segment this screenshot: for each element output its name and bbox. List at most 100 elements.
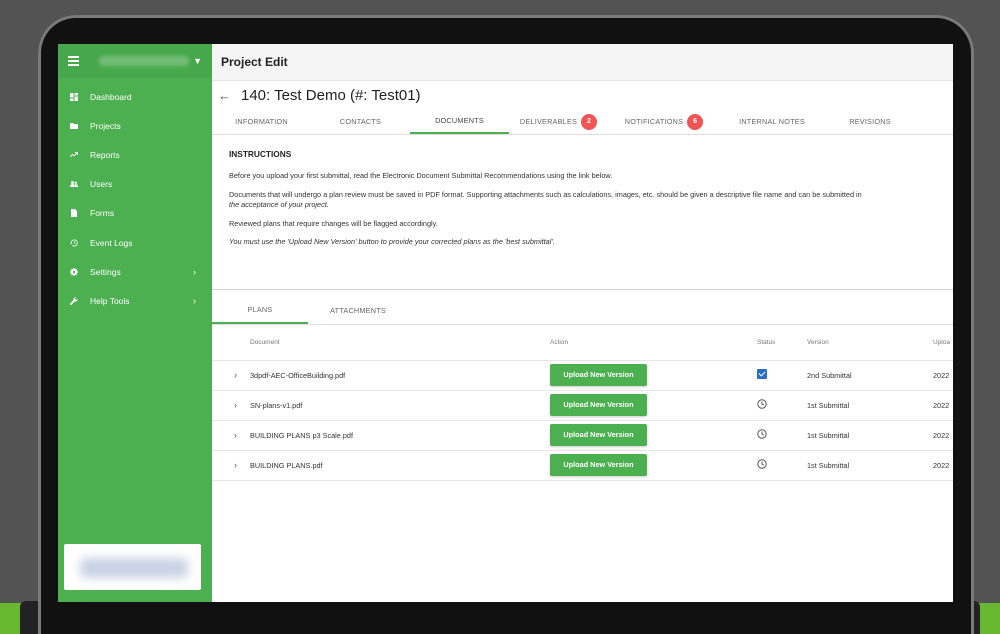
column-header-status[interactable]: Status	[757, 325, 807, 361]
back-arrow-icon[interactable]: ←	[218, 88, 231, 103]
instructions-text: Before you upload your first submittal, …	[229, 171, 613, 180]
document-name: BUILDING PLANS p3 Scale.pdf	[250, 420, 550, 451]
tab-deliverables[interactable]: DELIVERABLES 2	[509, 109, 608, 134]
upload-date: 2022	[933, 390, 953, 421]
tab-contacts[interactable]: CONTACTS	[311, 109, 410, 134]
column-header-version[interactable]: Version	[807, 325, 933, 361]
sidebar-item-help-tools[interactable]: Help Tools ›	[58, 286, 212, 315]
instructions-heading: INSTRUCTIONS	[229, 149, 292, 159]
tab-attachments[interactable]: ATTACHMENTS	[308, 297, 408, 324]
wrench-icon	[70, 297, 78, 305]
instructions-text: Reviewed plans that require changes will…	[229, 218, 438, 228]
dashboard-icon	[70, 92, 78, 101]
tab-revisions[interactable]: REVISIONS	[824, 109, 916, 134]
tab-label: REVISIONS	[849, 117, 891, 126]
folder-icon	[70, 122, 78, 130]
sidebar: ▼ Dashboard Projects Reports Users Forms	[58, 44, 212, 602]
clock-status-icon	[757, 459, 767, 469]
version-label: 2nd Submittal	[807, 360, 933, 391]
sidebar-item-label: Help Tools	[90, 295, 130, 306]
blurred-org-name	[99, 56, 189, 66]
notifications-badge: 6	[687, 113, 704, 130]
sidebar-item-label: Settings	[90, 266, 121, 277]
expand-row-icon[interactable]: ›	[212, 390, 250, 421]
sidebar-item-dashboard[interactable]: Dashboard	[58, 82, 212, 111]
tab-documents[interactable]: DOCUMENTS	[410, 109, 509, 134]
table-header-row: Document Action Status Version Uploa	[212, 325, 953, 361]
deliverables-badge: 2	[581, 113, 598, 130]
chevron-right-icon: ›	[193, 295, 196, 306]
instructions-text: the acceptance of your project.	[229, 200, 329, 210]
tab-notifications[interactable]: NOTIFICATIONS 6	[608, 109, 720, 134]
table-row: › SN-plans-v1.pdf Upload New Version 1st…	[212, 390, 953, 421]
menu-icon[interactable]	[68, 56, 79, 66]
sidebar-item-label: Forms	[90, 208, 115, 219]
chevron-right-icon: ›	[193, 266, 196, 277]
sidebar-nav: Dashboard Projects Reports Users Forms E…	[58, 82, 212, 316]
upload-new-version-button[interactable]: Upload New Version	[550, 364, 647, 386]
instructions-text: Documents that will undergo a plan revie…	[229, 189, 862, 199]
sidebar-item-label: Projects	[90, 120, 121, 131]
tab-label: DELIVERABLES	[519, 117, 578, 126]
upload-new-version-button[interactable]: Upload New Version	[550, 454, 647, 476]
main-content: Project Edit ← 140: Test Demo (#: Test01…	[212, 44, 953, 602]
table-row: › BUILDING PLANS p3 Scale.pdf Upload New…	[212, 420, 953, 451]
column-header-action: Action	[550, 325, 757, 361]
sidebar-item-label: Event Logs	[90, 237, 133, 248]
clock-status-icon	[757, 429, 767, 439]
clock-status-icon	[757, 399, 767, 409]
column-header-document[interactable]: Document	[250, 325, 550, 361]
document-name: SN-plans-v1.pdf	[250, 390, 550, 421]
instructions-text: You must use the 'Upload New Version' bu…	[229, 237, 555, 247]
upload-date: 2022	[933, 450, 953, 481]
column-header-upload[interactable]: Uploa	[933, 325, 953, 361]
version-label: 1st Submittal	[807, 420, 933, 451]
chevron-down-icon[interactable]: ▼	[193, 56, 202, 66]
instructions-panel: INSTRUCTIONS Before you upload your firs…	[212, 135, 953, 290]
version-label: 1st Submittal	[807, 450, 933, 481]
sidebar-item-event-logs[interactable]: Event Logs	[58, 228, 212, 257]
project-title-row: ← 140: Test Demo (#: Test01)	[212, 81, 953, 109]
history-icon	[70, 239, 78, 247]
gear-icon	[70, 267, 78, 276]
checked-status-icon	[757, 369, 767, 379]
top-bar: Project Edit	[212, 44, 953, 81]
document-subtabs: PLANS ATTACHMENTS	[212, 297, 953, 325]
blurred-user-info	[80, 558, 188, 578]
project-tabs: INFORMATION CONTACTS DOCUMENTS DELIVERAB…	[212, 109, 953, 135]
tab-information[interactable]: INFORMATION	[212, 109, 311, 134]
sidebar-item-label: Dashboard	[90, 91, 132, 102]
upload-date: 2022	[933, 360, 953, 391]
user-card[interactable]	[64, 544, 201, 590]
tab-label: PLANS	[247, 305, 273, 314]
app-window: ▼ Dashboard Projects Reports Users Forms	[58, 44, 953, 602]
expand-row-icon[interactable]: ›	[212, 420, 250, 451]
sidebar-header: ▼	[58, 44, 212, 78]
tab-label: CONTACTS	[339, 117, 382, 126]
upload-new-version-button[interactable]: Upload New Version	[550, 394, 647, 416]
tab-label: DOCUMENTS	[435, 116, 484, 125]
tab-label: INFORMATION	[235, 117, 288, 126]
sidebar-item-users[interactable]: Users	[58, 170, 212, 199]
project-title: 140: Test Demo (#: Test01)	[241, 86, 421, 104]
plans-table: Document Action Status Version Uploa › 3…	[212, 325, 953, 481]
tab-label: INTERNAL NOTES	[739, 117, 805, 126]
tab-plans[interactable]: PLANS	[212, 297, 308, 324]
document-name: 3dpdf-AEC-OfficeBuilding.pdf	[250, 360, 550, 391]
sidebar-item-label: Reports	[90, 149, 120, 160]
sidebar-item-projects[interactable]: Projects	[58, 111, 212, 140]
tab-label: NOTIFICATIONS	[624, 117, 684, 126]
tab-internal-notes[interactable]: INTERNAL NOTES	[720, 109, 824, 134]
sidebar-item-forms[interactable]: Forms	[58, 199, 212, 228]
sidebar-item-settings[interactable]: Settings ›	[58, 257, 212, 286]
sidebar-item-reports[interactable]: Reports	[58, 140, 212, 169]
version-label: 1st Submittal	[807, 390, 933, 421]
tab-label: ATTACHMENTS	[330, 306, 386, 315]
document-name: BUILDING PLANS.pdf	[250, 450, 550, 481]
upload-date: 2022	[933, 420, 953, 451]
expand-row-icon[interactable]: ›	[212, 360, 250, 391]
upload-new-version-button[interactable]: Upload New Version	[550, 424, 647, 446]
table-row: › BUILDING PLANS.pdf Upload New Version …	[212, 450, 953, 481]
file-icon	[70, 209, 78, 218]
expand-row-icon[interactable]: ›	[212, 450, 250, 481]
